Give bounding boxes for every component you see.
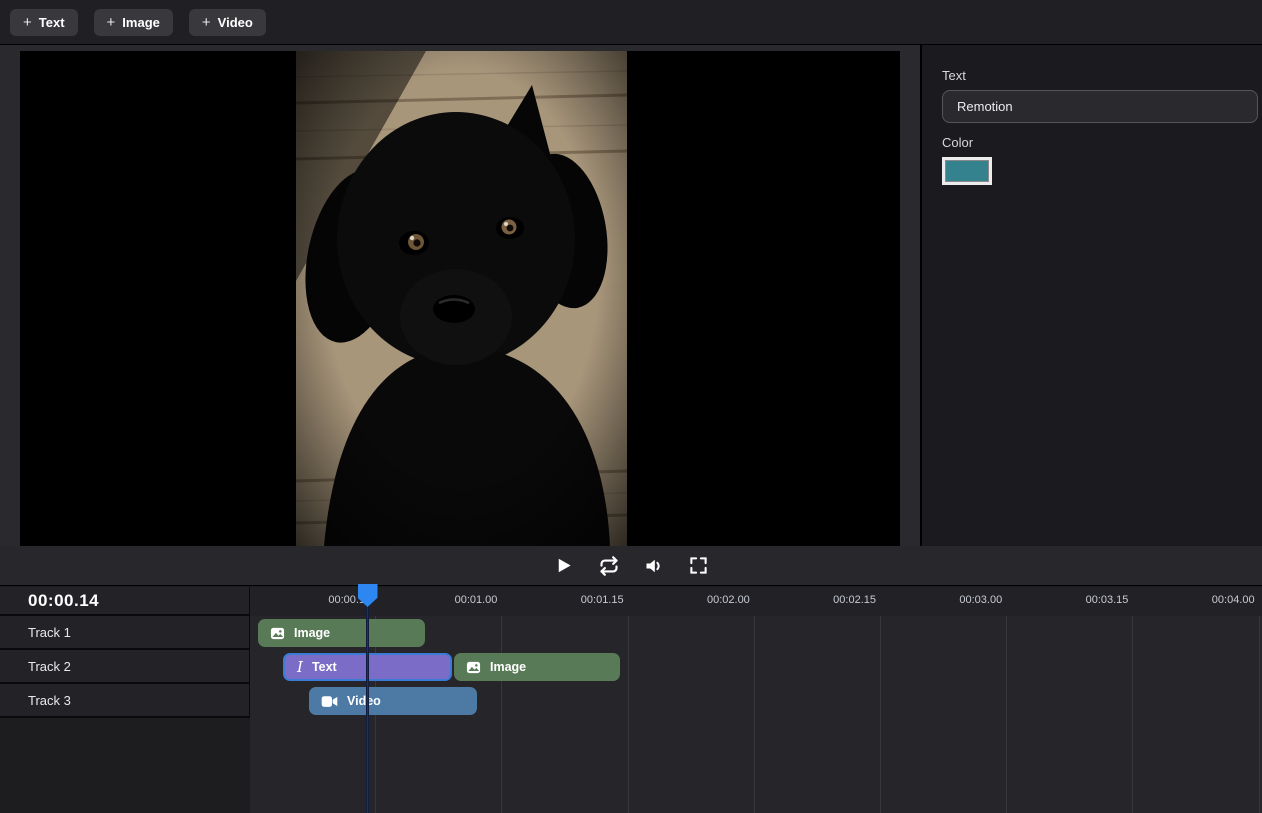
plus-icon: + [202,14,211,31]
track-row: Track 2 [0,650,249,684]
playback-controls [0,546,1262,586]
ruler-tick-label: 00:01.15 [581,594,624,606]
playhead-line [366,587,369,813]
gridline [1006,587,1007,813]
timeline-content: 00:00.1500:01.0000:01.1500:02.0000:02.15… [250,587,1262,813]
image-clip[interactable]: Image [454,653,620,681]
color-field-label: Color [942,135,1262,150]
ruler-tick-label: 00:01.00 [455,594,498,606]
fullscreen-icon[interactable] [688,555,710,577]
clip-label: Video [347,694,381,708]
gridline [754,587,755,813]
track-label: Track 3 [28,693,71,708]
text-input[interactable] [942,90,1258,123]
timeline: 00:00.1500:01.0000:01.1500:02.0000:02.15… [0,587,1262,813]
inspector-panel: Text Color [920,45,1262,546]
text-icon: I [297,658,303,676]
image-clip[interactable]: Image [258,619,425,647]
video-clip[interactable]: Video [309,687,477,715]
track-label: Track 2 [28,659,71,674]
ruler-tick-label: 00:02.15 [833,594,876,606]
dog-photo [296,51,627,546]
video-canvas: Remotion [20,51,900,546]
clip-label: Text [312,660,337,674]
gridline [1259,587,1260,813]
play-icon[interactable] [553,555,575,577]
loop-icon[interactable] [598,555,620,577]
gridline [628,587,629,813]
track-row: Track 3 [0,684,249,718]
timeline-ruler[interactable]: 00:00.1500:01.0000:01.1500:02.0000:02.15… [250,587,1262,616]
track-name-panel: 00:00.14 Track 1 Track 2 Track 3 [0,587,250,718]
ruler-tick-label: 00:04.00 [1212,594,1255,606]
add-video-button[interactable]: + Video [189,9,266,36]
plus-icon: + [107,14,116,31]
gridline [501,587,502,813]
gridline [880,587,881,813]
plus-icon: + [23,14,32,31]
clip-label: Image [294,626,330,640]
clip-label: Image [490,660,526,674]
color-swatch[interactable] [942,157,992,185]
add-video-label: Video [218,15,253,30]
add-text-button[interactable]: + Text [10,9,78,36]
video-icon [321,694,338,709]
top-toolbar: + Text + Image + Video [0,0,1262,45]
add-text-label: Text [39,15,65,30]
ruler-tick-label: 00:02.00 [707,594,750,606]
add-image-button[interactable]: + Image [94,9,173,36]
timecode-row: 00:00.14 [0,587,249,616]
ruler-tick-label: 00:03.15 [1086,594,1129,606]
gridline [1132,587,1133,813]
volume-icon[interactable] [643,555,665,577]
current-timecode: 00:00.14 [28,591,99,611]
track-label: Track 1 [28,625,71,640]
add-image-label: Image [122,15,160,30]
image-icon [270,626,285,641]
ruler-tick-label: 00:03.00 [959,594,1002,606]
image-icon [466,660,481,675]
track-row: Track 1 [0,616,249,650]
text-field-label: Text [942,68,1262,83]
